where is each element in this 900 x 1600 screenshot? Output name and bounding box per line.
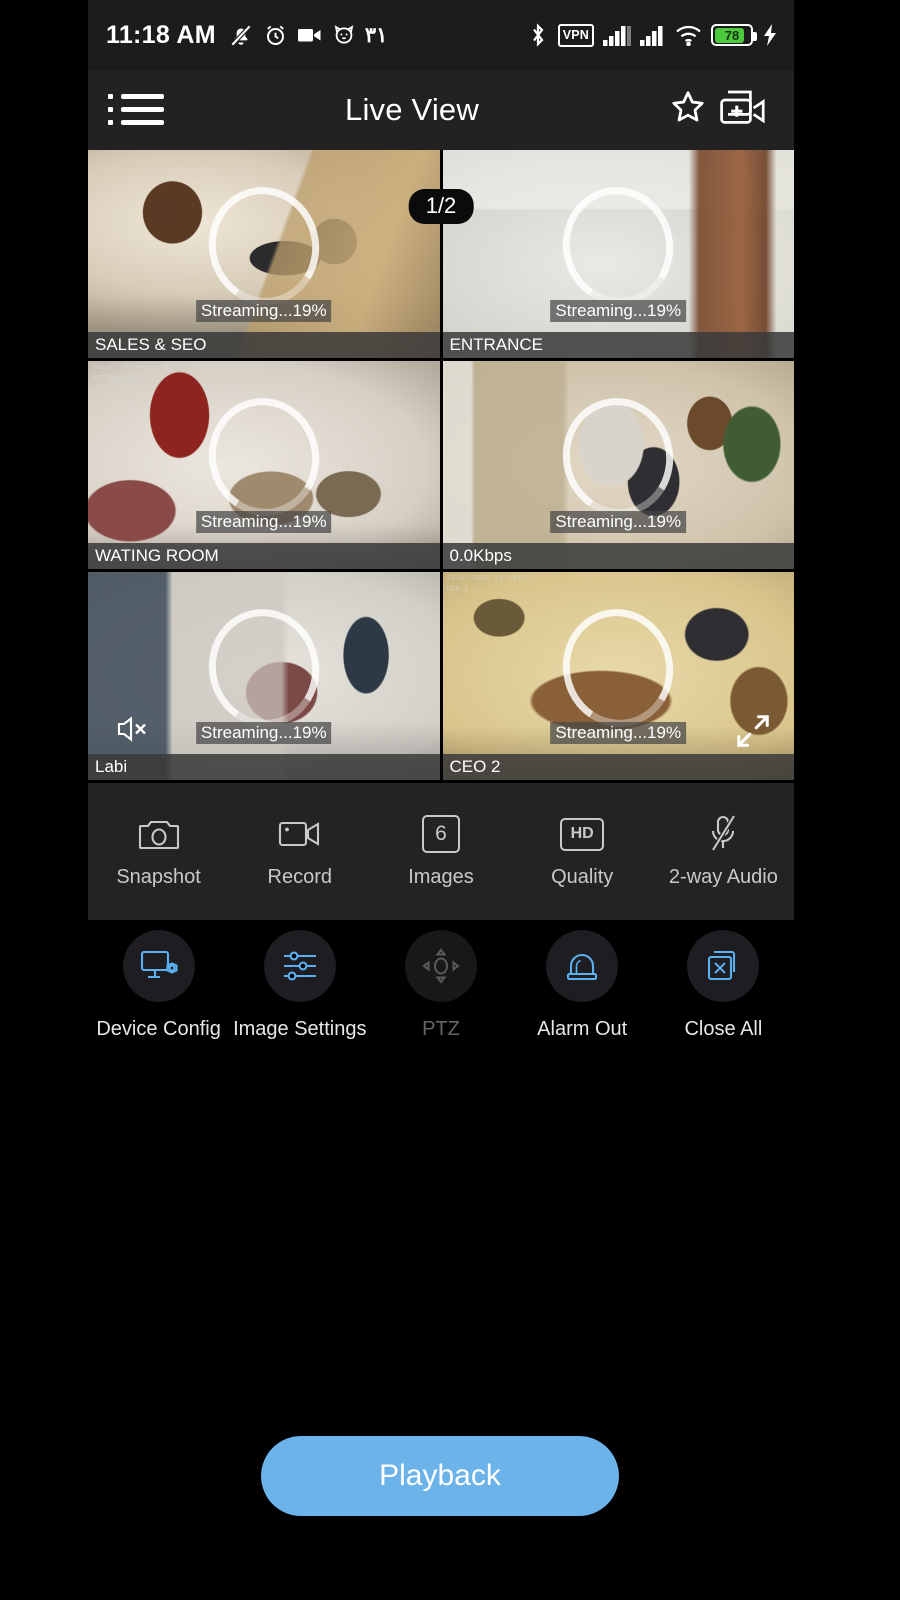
control-toolbar: Snapshot Record 6 Images HD Quality 2-wa… [88, 783, 794, 920]
stream-status: Streaming...19% [195, 511, 332, 533]
cat-face-icon [332, 23, 356, 47]
battery-level: 78 [724, 27, 740, 43]
close-all-button[interactable]: Close All [653, 930, 794, 1041]
camera-tile[interactable]: Streaming...19% Labi [88, 572, 440, 780]
star-icon [667, 87, 709, 134]
favorite-button[interactable] [660, 82, 716, 138]
bluetooth-icon [527, 22, 549, 48]
vpn-icon: VPN [557, 23, 594, 47]
device-config-button[interactable]: Device Config [88, 930, 229, 1041]
images-count-badge: 6 [421, 815, 460, 853]
ptz-dpad-icon [404, 930, 477, 1002]
camera-name: Labi [88, 754, 440, 780]
playback-label: Playback [379, 1459, 501, 1492]
list-menu-icon [108, 90, 164, 130]
camera-tile[interactable]: Streaming...19% ENTRANCE [442, 150, 794, 358]
signal-2-icon [640, 24, 666, 46]
camera-tile[interactable]: Streaming...19% SALES & SEO [88, 150, 440, 358]
two-way-audio-button[interactable]: 2-way Audio [653, 814, 794, 889]
app-header: Live View [88, 70, 794, 150]
camera-bitrate: 0.0Kbps [442, 543, 794, 569]
record-button[interactable]: Record [229, 814, 370, 889]
expand-fullscreen-icon[interactable] [734, 712, 772, 750]
mute-bell-icon [228, 22, 254, 48]
video-record-icon [278, 814, 322, 854]
snapshot-label: Snapshot [116, 866, 201, 888]
status-time: 11:18 AM [106, 20, 216, 49]
signal-1-icon [603, 24, 631, 46]
stream-status: Streaming...19% [195, 722, 332, 744]
device-config-label: Device Config [96, 1018, 221, 1040]
add-camera-icon [720, 88, 768, 133]
image-settings-label: Image Settings [233, 1018, 367, 1040]
close-all-label: Close All [684, 1018, 763, 1040]
camera-tile[interactable]: Image: HD Rate: 8K WATING ROOM Streaming… [88, 361, 440, 569]
monitor-gear-icon [122, 930, 195, 1002]
microphone-off-icon [707, 814, 739, 854]
sliders-icon [263, 930, 336, 1002]
camera-name: ENTRANCE [442, 332, 794, 358]
stream-status: Streaming...19% [550, 300, 687, 322]
camera-osd-name: WATING ROOM [92, 375, 141, 383]
close-all-icon [687, 930, 760, 1002]
quality-badge: HD [560, 817, 605, 851]
status-bar-left: 11:18 AM ٣١ [106, 21, 387, 50]
alarm-out-button[interactable]: Alarm Out [512, 930, 653, 1041]
alarm-out-label: Alarm Out [537, 1018, 628, 1040]
camera-name: WATING ROOM [88, 543, 440, 569]
images-button[interactable]: 6 Images [370, 814, 511, 889]
camera-name: CEO 2 [442, 754, 794, 780]
camera-osd-top: Image: HD Rate: 8K [92, 364, 172, 372]
images-count-icon: 6 [421, 814, 460, 854]
alarm-siren-icon [546, 930, 619, 1002]
app-screen: 11:18 AM ٣١ VPN 78 Live View Streaming..… [0, 0, 900, 1600]
camera-tile[interactable]: 22/07/2022 11:18:12 CEO 2 Streaming...19… [442, 572, 794, 780]
status-bar-right: VPN 78 [527, 22, 778, 48]
status-bar: 11:18 AM ٣١ VPN 78 [88, 0, 794, 70]
camera-osd-top: 22/07/2022 11:18:12 [446, 575, 531, 583]
record-label: Record [267, 866, 333, 888]
camera-icon [138, 814, 180, 854]
video-grid: Streaming...19% SALES & SEO Streaming...… [88, 150, 794, 780]
menu-button[interactable] [108, 82, 164, 138]
quality-label: Quality [551, 866, 614, 888]
image-settings-button[interactable]: Image Settings [229, 930, 370, 1041]
camera-osd-name: CEO 2 [446, 586, 469, 594]
notification-count: ٣١ [364, 23, 388, 47]
mute-icon[interactable] [114, 712, 154, 746]
device-toolbar: Device Config Image Settings PTZ Alarm O… [88, 930, 794, 1080]
ptz-label: PTZ [422, 1018, 460, 1040]
wifi-icon [675, 24, 702, 46]
stream-status: Streaming...19% [550, 722, 687, 744]
snapshot-button[interactable]: Snapshot [88, 814, 229, 889]
camera-name: SALES & SEO [88, 332, 440, 358]
quality-button[interactable]: HD Quality [512, 814, 653, 889]
ptz-button: PTZ [370, 930, 511, 1041]
images-label: Images [408, 866, 474, 888]
camera-tile[interactable]: Streaming...19% 0.0Kbps [442, 361, 794, 569]
stream-status: Streaming...19% [195, 300, 332, 322]
two-way-audio-label: 2-way Audio [668, 866, 778, 888]
alarm-clock-icon [263, 23, 288, 48]
quality-icon: HD [560, 814, 605, 854]
add-camera-button[interactable] [716, 82, 772, 138]
playback-button[interactable]: Playback [261, 1436, 619, 1516]
battery-icon: 78 [711, 24, 757, 46]
stream-status: Streaming...19% [550, 511, 687, 533]
page-title: Live View [345, 92, 479, 127]
video-camera-icon [297, 25, 323, 45]
charging-bolt-icon [762, 23, 778, 47]
page-indicator: 1/2 [408, 189, 474, 224]
